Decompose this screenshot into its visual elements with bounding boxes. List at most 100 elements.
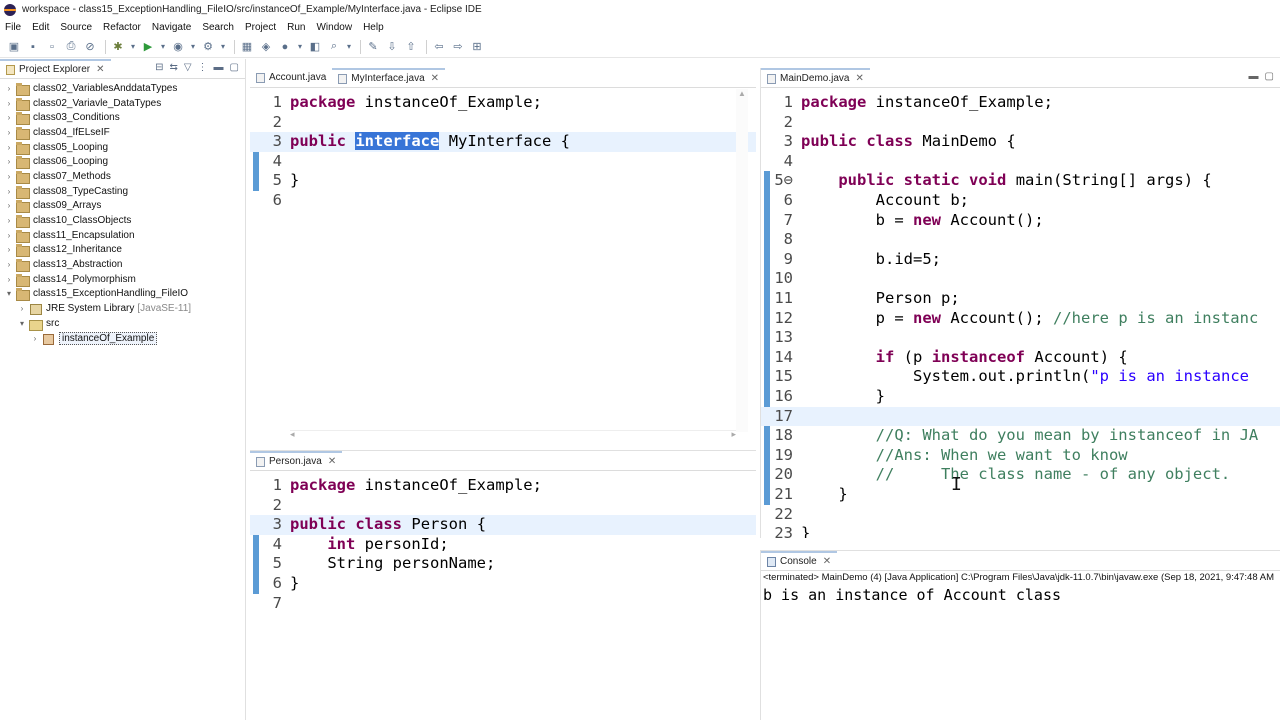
chevron-down-icon[interactable]: ▾ (189, 39, 197, 55)
code-line[interactable]: 12 p = new Account(); //here p is an ins… (761, 309, 1280, 329)
chevron-right-icon[interactable]: › (4, 275, 14, 284)
code-line[interactable]: 6 Account b; (761, 191, 1280, 211)
view-menu-icon[interactable]: ⋮ (198, 62, 208, 73)
code-line[interactable]: 23} (761, 524, 1280, 538)
tree-item[interactable]: › class07_Methods (0, 169, 245, 184)
link-with-editor-icon[interactable]: ⇆ (169, 62, 177, 73)
menu-source[interactable]: Source (60, 22, 92, 33)
save-all-icon[interactable]: ▫ (44, 39, 60, 55)
tree-item[interactable]: › class14_Polymorphism (0, 272, 245, 287)
chevron-down-icon[interactable]: ▾ (129, 39, 137, 55)
chevron-right-icon[interactable]: › (4, 245, 14, 254)
new-package-icon[interactable]: ◈ (258, 39, 274, 55)
code-line[interactable]: 3 public interface MyInterface { (250, 132, 756, 152)
scroll-right-icon[interactable]: ▸ (731, 429, 736, 440)
tree-item[interactable]: › class13_Abstraction (0, 257, 245, 273)
code-line[interactable]: 5 String personName; (250, 554, 756, 574)
open-type-icon[interactable]: ◧ (307, 39, 323, 55)
chevron-down-icon[interactable]: ▾ (296, 39, 304, 55)
code-line[interactable]: 2 (761, 113, 1280, 133)
tree-item[interactable]: ▾ src (0, 316, 245, 331)
chevron-right-icon[interactable]: › (4, 231, 14, 240)
chevron-right-icon[interactable]: › (4, 84, 14, 93)
code-line[interactable]: 18 //Q: What do you mean by instanceof i… (761, 426, 1280, 446)
code-line[interactable]: 4 int personId; (250, 535, 756, 555)
code-line[interactable]: 5⊖ public static void main(String[] args… (761, 171, 1280, 191)
vertical-scrollbar[interactable]: ▲ (736, 89, 748, 432)
maximize-icon[interactable]: ▢ (230, 62, 239, 73)
tab-maindemo-java[interactable]: MainDemo.java ✕ (761, 68, 870, 87)
chevron-right-icon[interactable]: › (4, 99, 14, 108)
tree-item[interactable]: › class08_TypeCasting (0, 184, 245, 199)
tree-item[interactable]: › class10_ClassObjects (0, 213, 245, 229)
close-icon[interactable]: ✕ (855, 73, 863, 84)
new-class-icon[interactable]: ● (277, 39, 293, 55)
code-area[interactable]: 1 package instanceOf_Example; 2 3 public cla… (250, 472, 756, 720)
minimize-icon[interactable]: ▬ (1249, 71, 1259, 82)
print-icon[interactable]: ⎙ (63, 39, 79, 55)
chevron-right-icon[interactable]: › (4, 128, 14, 137)
filter-icon[interactable]: ▽ (184, 62, 192, 73)
open-perspective-icon[interactable]: ⊞ (469, 39, 485, 55)
code-line[interactable]: 4 (250, 152, 756, 172)
new-icon[interactable]: ▣ (6, 39, 22, 55)
code-line[interactable]: 11 Person p; (761, 289, 1280, 309)
tree-item[interactable]: › JRE System Library [JavaSE-11] (0, 301, 245, 316)
tab-account-java[interactable]: Account.java (250, 68, 332, 87)
code-line[interactable]: 3 public class MainDemo { (761, 132, 1280, 152)
menu-window[interactable]: Window (316, 22, 352, 33)
chevron-down-icon[interactable]: ▾ (4, 289, 14, 298)
code-line[interactable]: 4 (761, 152, 1280, 172)
console-output[interactable]: b is an instance of Account class (763, 586, 1061, 604)
menu-help[interactable]: Help (363, 22, 384, 33)
chevron-down-icon[interactable]: ▾ (219, 39, 227, 55)
chevron-right-icon[interactable]: › (17, 304, 27, 313)
tab-person-java[interactable]: Person.java ✕ (250, 451, 343, 470)
chevron-right-icon[interactable]: › (4, 260, 14, 269)
external-tools-icon[interactable]: ⚙ (200, 39, 216, 55)
code-line[interactable]: 2 (250, 113, 756, 133)
code-line[interactable]: 10 (761, 269, 1280, 289)
tree-item[interactable]: › class03_Conditions (0, 110, 245, 126)
run-icon[interactable]: ▶ (140, 39, 156, 55)
chevron-down-icon[interactable]: ▾ (17, 319, 27, 328)
search-icon[interactable]: ⌕ (326, 39, 342, 55)
forward-icon[interactable]: ⇨ (450, 39, 466, 55)
tree-item[interactable]: › class05_Looping (0, 140, 245, 155)
code-line[interactable]: 16 } (761, 387, 1280, 407)
code-area[interactable]: 1 package instanceOf_Example; 2 3 public int… (250, 89, 756, 444)
code-line[interactable]: 3 public class Person { (250, 515, 756, 535)
tree-item[interactable]: › class11_Encapsulation (0, 228, 245, 243)
back-icon[interactable]: ⇦ (431, 39, 447, 55)
tree-item[interactable]: › class02_Variavle_DataTypes (0, 96, 245, 111)
chevron-right-icon[interactable]: › (4, 187, 14, 196)
tab-console[interactable]: Console ✕ (761, 551, 838, 570)
minimize-icon[interactable]: ▬ (214, 62, 224, 73)
code-line[interactable]: 6 (250, 191, 756, 211)
code-line[interactable]: 5} (250, 171, 756, 191)
code-line[interactable]: 1 package instanceOf_Example; (250, 476, 756, 496)
menu-search[interactable]: Search (202, 22, 234, 33)
toggle-mark-occurrences-icon[interactable]: ✎ (365, 39, 381, 55)
menu-navigate[interactable]: Navigate (152, 22, 191, 33)
tree-item[interactable]: › class04_IfELseIF (0, 125, 245, 140)
code-line[interactable]: 7 b = new Account(); (761, 211, 1280, 231)
save-icon[interactable]: ▪ (25, 39, 41, 55)
close-icon[interactable]: ✕ (328, 456, 336, 467)
tree-item[interactable]: ▾ class15_ExceptionHandling_FileIO (0, 287, 245, 302)
menu-refactor[interactable]: Refactor (103, 22, 141, 33)
coverage-icon[interactable]: ◉ (170, 39, 186, 55)
tree-item[interactable]: › class02_VariablesAnddataTypes (0, 81, 245, 96)
code-line[interactable]: 20 // The class name - of any object. (761, 465, 1280, 485)
previous-annotation-icon[interactable]: ⇧ (403, 39, 419, 55)
tab-myinterface-java[interactable]: MyInterface.java ✕ (332, 68, 446, 87)
code-line[interactable]: 6} (250, 574, 756, 594)
menu-run[interactable]: Run (287, 22, 305, 33)
code-line[interactable]: 1 package instanceOf_Example; (250, 93, 756, 113)
chevron-right-icon[interactable]: › (4, 201, 14, 210)
new-java-project-icon[interactable]: ▦ (239, 39, 255, 55)
code-line[interactable]: 2 (250, 496, 756, 516)
menu-project[interactable]: Project (245, 22, 276, 33)
code-line[interactable]: 13 (761, 328, 1280, 348)
chevron-right-icon[interactable]: › (4, 157, 14, 166)
